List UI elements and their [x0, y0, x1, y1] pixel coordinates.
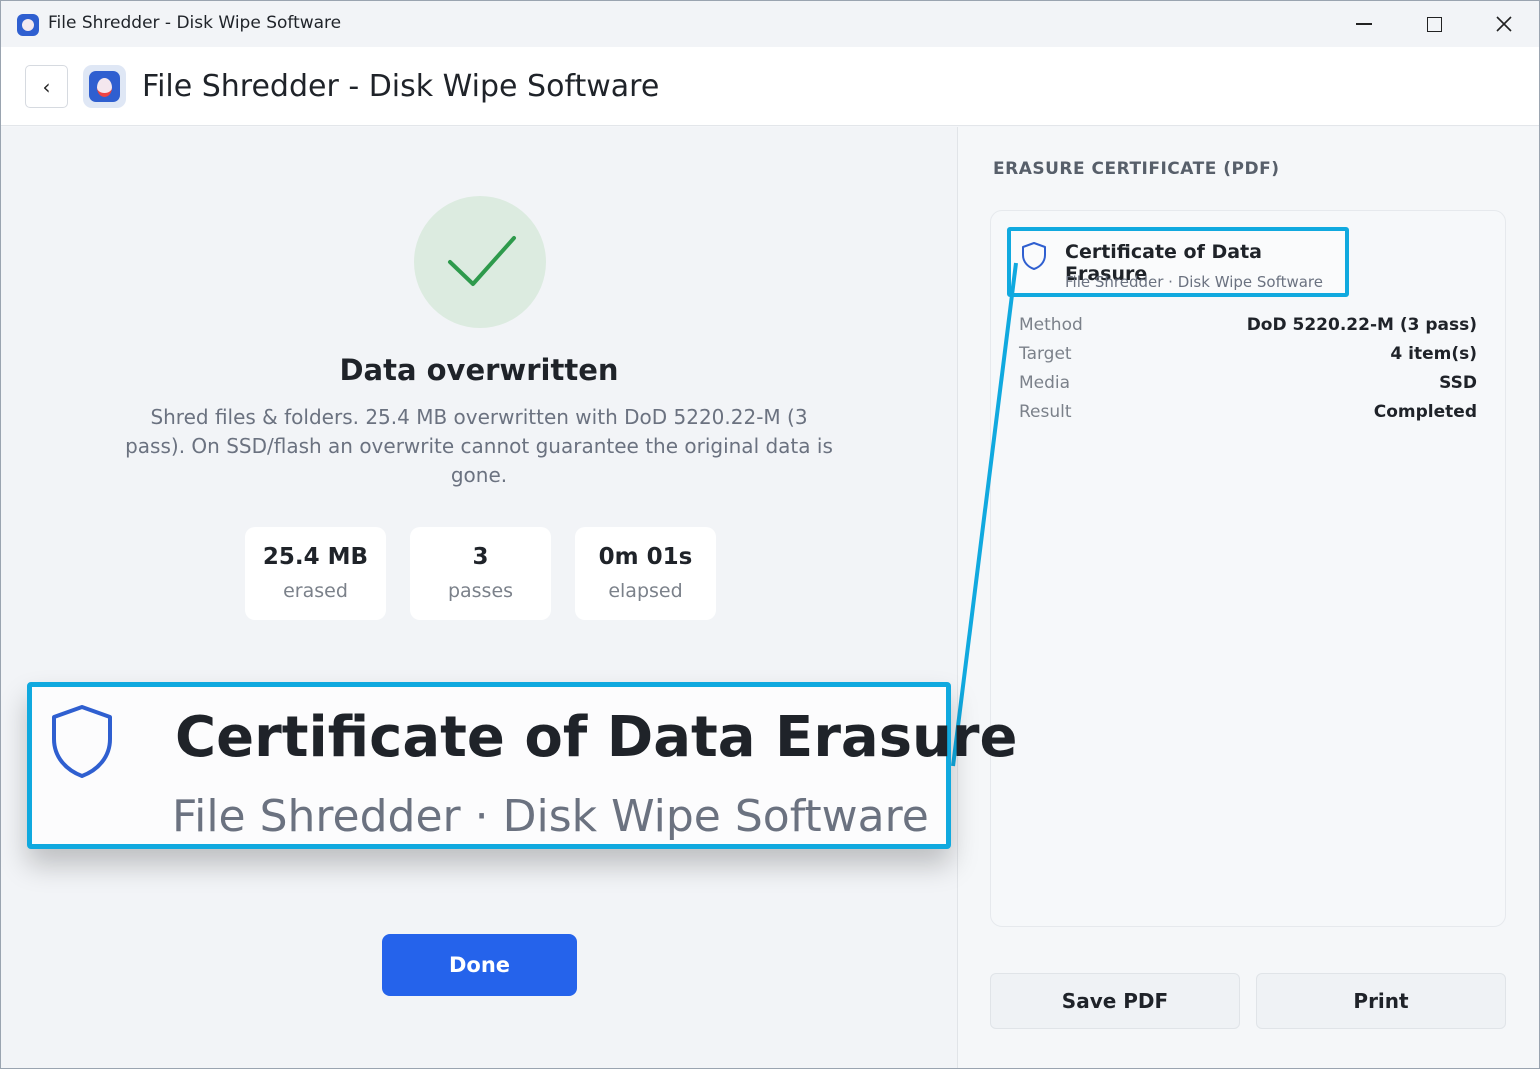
- stat-label: passes: [447, 580, 514, 602]
- row-key: Media: [1019, 373, 1071, 393]
- stat-card-passes: 3 passes: [410, 527, 551, 620]
- shield-icon: [1022, 242, 1046, 270]
- window-title: File Shredder - Disk Wipe Software: [48, 13, 342, 33]
- row-value: 4 item(s): [1390, 344, 1477, 364]
- chevron-left-icon: ‹: [42, 74, 51, 99]
- stat-card-erased: 25.4 MB erased: [245, 527, 386, 620]
- stat-value: 0m 01s: [598, 544, 693, 570]
- close-button[interactable]: [1471, 1, 1537, 47]
- certificate-preview: Certificate of Data Erasure File Shredde…: [990, 210, 1506, 927]
- success-badge: [414, 196, 546, 328]
- stat-value: 25.4 MB: [262, 544, 369, 570]
- back-button[interactable]: ‹: [25, 65, 68, 108]
- row-key: Method: [1019, 315, 1083, 335]
- checkmark-icon: [448, 236, 516, 286]
- done-button[interactable]: Done: [382, 934, 577, 996]
- row-key: Result: [1019, 402, 1072, 422]
- certificate-subtitle: File Shredder · Disk Wipe Software: [1065, 273, 1324, 291]
- print-button[interactable]: Print: [1256, 973, 1506, 1029]
- row-key: Target: [1019, 344, 1072, 364]
- stat-value: 3: [472, 544, 489, 570]
- app-logo-icon: [83, 65, 126, 108]
- save-pdf-button[interactable]: Save PDF: [990, 973, 1240, 1029]
- minimize-icon: [1356, 23, 1372, 25]
- certificate-row-method: Method DoD 5220.22-M (3 pass): [1019, 315, 1477, 339]
- maximize-icon: [1426, 16, 1442, 32]
- result-title: Data overwritten: [339, 353, 619, 387]
- zoom-certificate-title: Certificate of Data Erasure: [175, 705, 1018, 770]
- minimize-button[interactable]: [1331, 1, 1397, 47]
- section-title: ERASURE CERTIFICATE (PDF): [993, 159, 1280, 179]
- maximize-button[interactable]: [1401, 1, 1467, 47]
- stat-card-elapsed: 0m 01s elapsed: [575, 527, 716, 620]
- stat-label: elapsed: [608, 580, 683, 602]
- zoom-certificate-subtitle: File Shredder · Disk Wipe Software: [172, 791, 929, 842]
- app-icon: [17, 14, 39, 36]
- app-window: File Shredder - Disk Wipe Software ‹ Fil…: [0, 0, 1540, 1069]
- page-title: File Shredder - Disk Wipe Software: [142, 69, 660, 104]
- certificate-row-target: Target 4 item(s): [1019, 344, 1477, 368]
- row-value: SSD: [1439, 373, 1477, 393]
- certificate-panel: ERASURE CERTIFICATE (PDF) Certificate of…: [958, 127, 1539, 1068]
- app-logo-inner: [89, 71, 120, 102]
- close-icon: [1496, 16, 1512, 32]
- row-value: Completed: [1373, 402, 1477, 422]
- zoom-callout: Certificate of Data Erasure File Shredde…: [27, 682, 1018, 849]
- page-header: ‹ File Shredder - Disk Wipe Software: [1, 47, 1539, 126]
- stat-label: erased: [283, 580, 348, 602]
- row-value: DoD 5220.22-M (3 pass): [1246, 315, 1477, 335]
- certificate-row-result: Result Completed: [1019, 402, 1477, 426]
- certificate-row-media: Media SSD: [1019, 373, 1477, 397]
- title-bar: File Shredder - Disk Wipe Software: [1, 1, 1539, 47]
- result-description: Shred files & folders. 25.4 MB overwritt…: [125, 405, 833, 487]
- result-panel: Data overwritten Shred files & folders. …: [1, 127, 957, 1068]
- shield-icon: [52, 705, 112, 778]
- certificate-header-highlight: Certificate of Data Erasure File Shredde…: [1007, 227, 1349, 297]
